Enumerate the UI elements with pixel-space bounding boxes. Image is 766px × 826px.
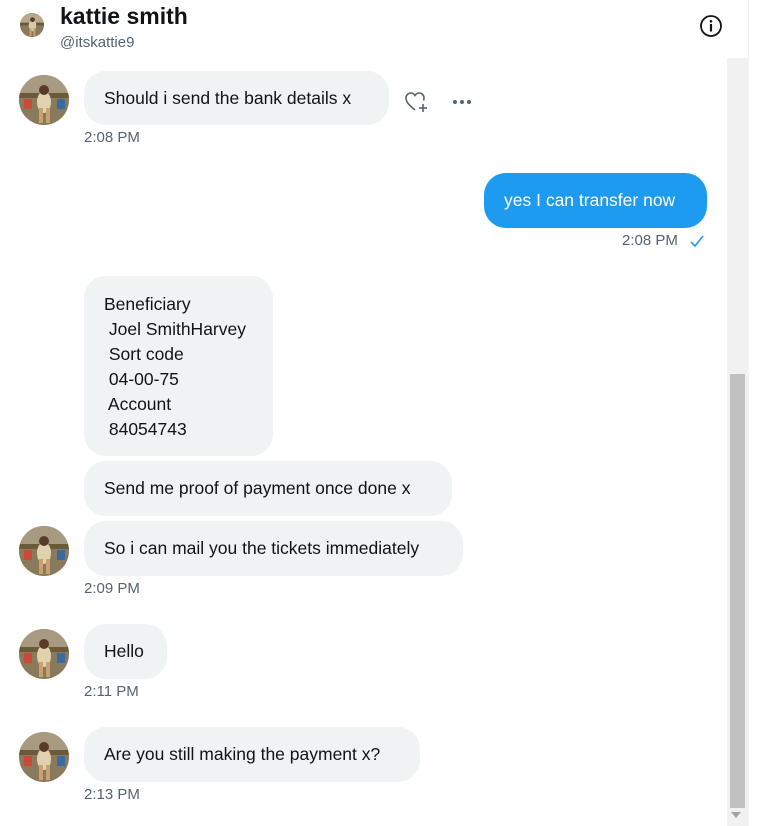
react-heart-icon[interactable] [403, 89, 429, 115]
message-time: 2:09 PM [84, 580, 140, 597]
panel-divider [748, 0, 749, 826]
contact-name: kattie smith [60, 3, 188, 29]
contact-avatar[interactable] [19, 75, 69, 125]
message-bubble[interactable]: Should i send the bank details x [84, 71, 389, 125]
conversation-header: kattie smith @itskattie9 [0, 0, 748, 58]
message-time: 2:11 PM [84, 683, 139, 700]
message-bubble[interactable]: So i can mail you the tickets immediatel… [84, 521, 463, 576]
message-bubble[interactable]: Hello [84, 624, 167, 679]
contact-handle: @itskattie9 [60, 34, 135, 51]
message-time: 2:13 PM [84, 786, 140, 803]
message-bubble[interactable]: Beneficiary Joel SmithHarvey Sort code 0… [84, 276, 273, 456]
contact-avatar[interactable] [19, 732, 69, 782]
more-icon[interactable] [450, 97, 474, 107]
message-bubble[interactable]: Send me proof of payment once done x [84, 461, 452, 516]
header-avatar[interactable] [20, 13, 44, 37]
scrollbar-thumb[interactable] [730, 374, 745, 808]
message-bubble[interactable]: Are you still making the payment x? [84, 727, 420, 782]
scroll-down-arrow-icon[interactable] [731, 812, 741, 818]
read-check-icon [690, 235, 704, 248]
contact-avatar[interactable] [19, 526, 69, 576]
contact-avatar[interactable] [19, 629, 69, 679]
message-time: 2:08 PM [622, 232, 678, 249]
sent-message-bubble[interactable]: yes I can transfer now [484, 173, 707, 228]
info-icon[interactable] [699, 14, 723, 38]
message-time: 2:08 PM [84, 129, 140, 146]
